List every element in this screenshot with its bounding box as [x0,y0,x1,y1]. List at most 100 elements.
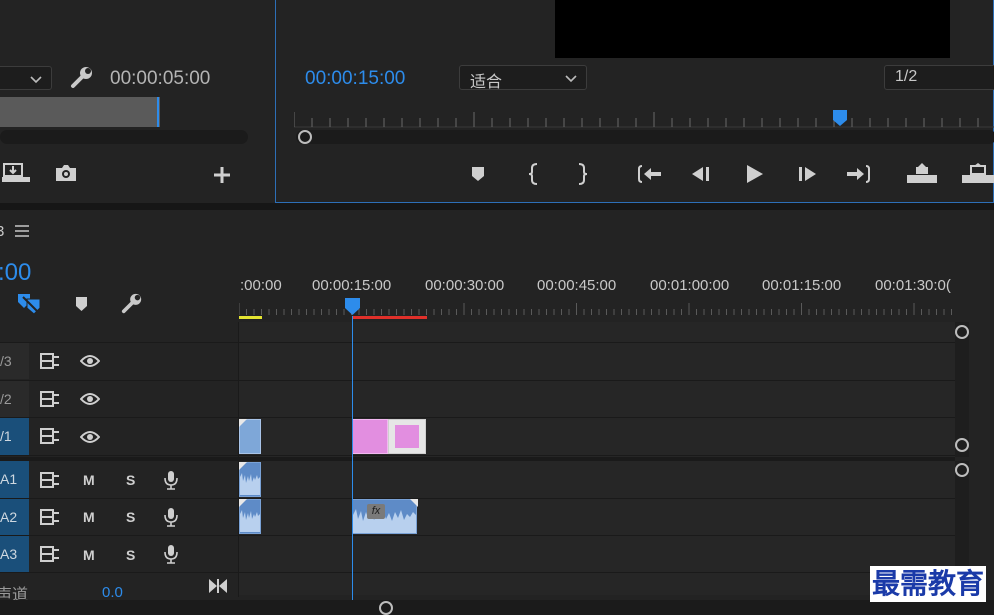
timeline-zoom-scrollbar[interactable] [0,600,994,615]
sync-lock-icon[interactable] [40,509,60,525]
snap-insert-icon[interactable] [17,293,41,315]
ruler-label: 00:00:45:00 [537,277,617,294]
scrollbar-handle-bottom[interactable] [955,438,969,452]
track-separator [0,455,955,456]
mark-in-icon[interactable] [528,163,540,185]
microphone-icon[interactable] [164,470,178,490]
track-target-a2[interactable]: A2 [0,499,29,535]
clip-corner-marker [239,419,247,427]
chevron-down-icon [565,75,577,83]
program-playhead-handle[interactable] [832,109,848,127]
track-target-a1[interactable]: A1 [0,461,29,498]
work-area-bar[interactable] [239,316,262,319]
ruler-label: :00:00 [240,277,282,294]
play-icon[interactable] [746,164,764,184]
ruler-label: 00:00:30:00 [425,277,505,294]
track-header-a1: A1 M S [0,461,238,498]
clip-corner-marker [239,499,247,507]
resolution-dropdown-value: 1/2 [895,68,918,85]
scrollbar-handle-top[interactable] [955,463,969,477]
scrollbar-handle-top[interactable] [955,325,969,339]
extract-icon[interactable] [962,163,994,183]
fit-dropdown[interactable]: 适合 [459,65,587,91]
eye-icon[interactable] [80,430,100,444]
sync-lock-icon[interactable] [40,546,60,562]
timeline-playhead-line [352,316,353,600]
program-time-ruler[interactable] [294,108,994,128]
timeline-playhead-timecode[interactable]: :00 [0,259,31,287]
add-marker-icon[interactable] [471,166,485,182]
color-matte-clip-selected[interactable] [388,419,426,454]
mute-button[interactable]: M [83,472,95,488]
track-header-v3: /3 [0,343,238,379]
wrench-icon[interactable] [70,66,94,90]
ruler-label: 00:01:00:00 [650,277,730,294]
panel-divider[interactable] [0,203,994,210]
add-marker-icon[interactable] [75,296,88,312]
go-to-in-icon[interactable] [638,164,662,184]
source-mini-timeline[interactable] [0,97,160,127]
program-video-frame [555,0,950,58]
clip-thumbnail [395,425,419,448]
track-header-a3: A3 M S [0,536,238,572]
plus-icon[interactable] [213,166,231,184]
timeline-tab-label[interactable]: 3 [0,223,4,240]
step-forward-icon[interactable] [797,165,817,183]
audio-clip-with-effect[interactable]: fx [352,499,417,534]
watermark: 最需教育 [870,566,987,602]
track-target-v3[interactable]: /3 [0,343,29,379]
solo-button[interactable]: S [126,547,135,563]
color-matte-clip[interactable] [352,419,388,454]
chevron-down-icon [30,76,42,84]
track-header-a2: A2 M S [0,499,238,535]
ruler-label: 00:01:30:0( [875,277,951,294]
step-back-icon[interactable] [691,165,711,183]
program-zoom-handle[interactable] [298,130,312,144]
sync-lock-icon[interactable] [40,353,60,369]
camera-icon[interactable] [55,164,77,182]
clip-corner-marker [239,462,247,470]
eye-icon[interactable] [80,354,100,368]
program-zoom-scrollbar[interactable] [296,130,994,144]
microphone-icon[interactable] [164,544,178,564]
mute-button[interactable]: M [83,547,95,563]
fit-dropdown-value: 适合 [470,74,503,91]
export-frame-icon[interactable] [2,162,30,184]
resolution-dropdown[interactable]: 1/2 [884,65,994,90]
track-target-a3[interactable]: A3 [0,536,29,572]
source-monitor-panel: 00:00:05:00 [0,0,270,203]
track-header-v2: /2 [0,381,238,417]
go-to-next-edit-icon[interactable] [208,578,228,594]
hamburger-menu-icon[interactable] [15,225,29,237]
fx-badge[interactable]: fx [367,504,385,519]
lift-icon[interactable] [907,163,937,183]
go-to-out-icon[interactable] [846,164,870,184]
source-zoom-scrollbar[interactable] [0,130,248,144]
eye-icon[interactable] [80,392,100,406]
track-header-v1: /1 [0,418,238,455]
microphone-icon[interactable] [164,507,178,527]
mark-out-icon[interactable] [576,163,588,185]
track-target-v1[interactable]: /1 [0,418,29,455]
master-volume-value[interactable]: 0.0 [102,584,123,601]
clip-corner-marker [410,499,418,507]
wrench-icon[interactable] [121,293,143,315]
timeline-playhead-handle[interactable] [344,297,361,316]
track-target-v2[interactable]: /2 [0,381,29,417]
audio-waveform [240,510,260,532]
program-playhead-timecode[interactable]: 00:00:15:00 [305,68,405,90]
in-out-range-bar[interactable] [352,316,427,319]
sync-lock-icon[interactable] [40,391,60,407]
track-separator [0,572,955,573]
solo-button[interactable]: S [126,472,135,488]
source-playhead-marker[interactable] [157,97,159,127]
mute-button[interactable]: M [83,509,95,525]
sync-lock-icon[interactable] [40,428,60,444]
video-tracks-scrollbar[interactable] [955,322,969,457]
source-zoom-dropdown[interactable] [0,66,52,90]
timeline-zoom-handle[interactable] [379,601,393,615]
audio-waveform [240,473,260,495]
sync-lock-icon[interactable] [40,472,60,488]
program-monitor-panel: 00:00:15:00 适合 1/2 [275,0,994,203]
solo-button[interactable]: S [126,509,135,525]
